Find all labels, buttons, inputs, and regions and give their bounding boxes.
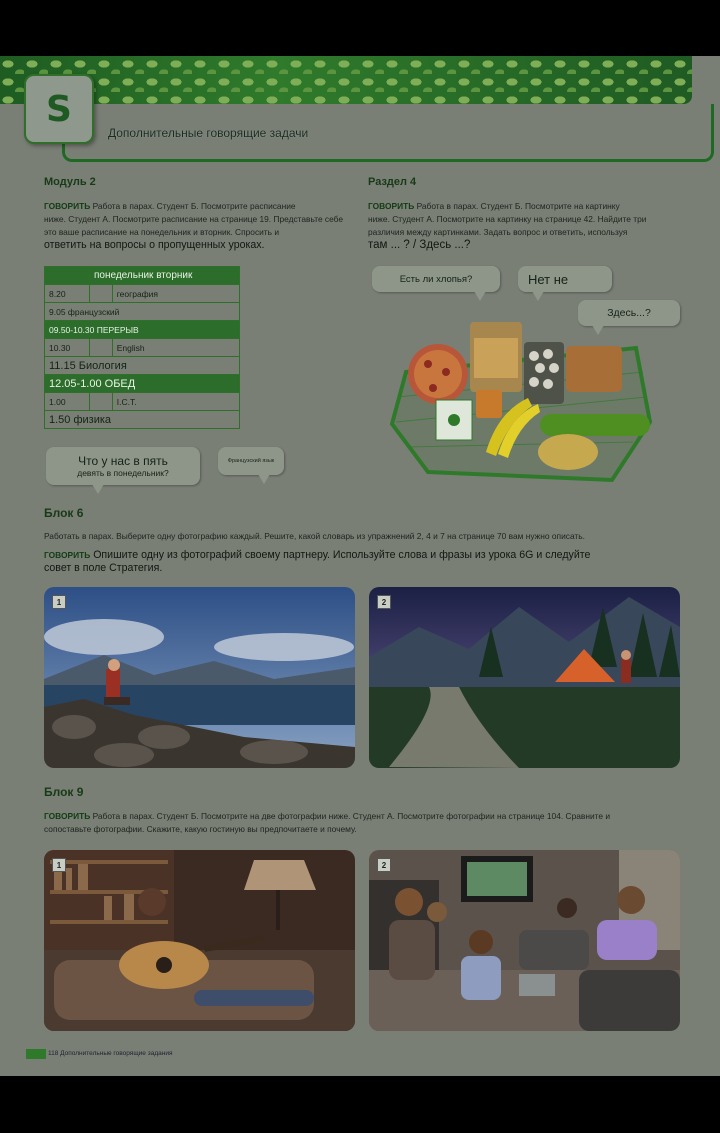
unit4-instruction-line2: ниже. Студент А. Посмотрите на картинку … [368, 214, 647, 224]
unit9-instruction-line1: Работа в парах. Студент Б. Посмотрите на… [90, 811, 611, 821]
bubble-text: девять в понедельник? [77, 468, 169, 478]
table-cell: 09.50-10.30 ПЕРЕРЫВ [44, 320, 240, 339]
table-cell: 8.20 [44, 284, 90, 303]
unit2-instructions: ГОВОРИТЬ Работа в парах. Студент Б. Посм… [44, 200, 344, 252]
unit9-speak-label: ГОВОРИТЬ [44, 811, 91, 821]
photo-number: 1 [52, 858, 66, 872]
table-row: 9.05 французский [44, 302, 240, 321]
unit6-instruction-line1: Работать в парах. Выберите одну фотограф… [44, 531, 585, 541]
unit4-instructions: ГОВОРИТЬ Работа в парах. Студент Б. Посм… [368, 200, 688, 252]
unit4-speech-bubble-answer: Нет не [518, 266, 612, 301]
unit4-instruction-line1: Работа в парах. Студент Б. Посмотрите на… [414, 201, 620, 211]
unit2-instruction-line3: это ваше расписание на понедельник и вто… [44, 227, 280, 237]
table-cell: English [111, 338, 241, 357]
table-cell [89, 338, 113, 357]
photo-number: 2 [377, 595, 391, 609]
unit2-heading: Модуль 2 [44, 176, 96, 188]
unit2-instruction-line4: ответить на вопросы о пропущенных уроках… [44, 239, 265, 251]
photo-number: 2 [377, 858, 391, 872]
unit6-heading: Блок 6 [44, 506, 84, 520]
section-letter-badge: S [24, 74, 94, 144]
unit4-speech-bubble-question: Есть ли хлопья? [372, 266, 500, 301]
table-cell: 9.05 французский [44, 302, 240, 321]
table-row: 8.20 география [44, 284, 241, 303]
unit9-instruction-line2: сопоставьте фотографии. Скажите, какую г… [44, 824, 357, 834]
footer-text: 118 Дополнительные говорящие задания [48, 1050, 173, 1057]
section-letter: S [46, 88, 72, 130]
timetable-header: понедельник вторник [89, 266, 240, 285]
table-row: 1.50 физика [44, 410, 240, 429]
unit4-heading: Раздел 4 [368, 176, 417, 188]
page-title: Дополнительные говорящие задачи [108, 126, 309, 140]
footer-page-marker [26, 1049, 46, 1059]
unit9-instructions: ГОВОРИТЬ Работа в парах. Студент Б. Посм… [44, 810, 684, 836]
table-cell: 12.05-1.00 ОБЕД [44, 374, 240, 393]
table-cell [89, 392, 113, 411]
unit6-instruction-line3: совет в поле Стратегия. [44, 562, 163, 574]
table-row: 10.30 English [44, 338, 241, 357]
unit6-speak-label: ГОВОРИТЬ [44, 550, 91, 560]
unit4-instruction-line3: различия между картинками. Задать вопрос… [368, 227, 628, 237]
unit6-instructions: Работать в парах. Выберите одну фотограф… [44, 530, 684, 575]
table-cell: 1.50 физика [44, 410, 240, 429]
table-cell: I.C.T. [111, 392, 241, 411]
table-cell: 10.30 [44, 338, 90, 357]
unit9-heading: Блок 9 [44, 785, 84, 799]
table-row: 09.50-10.30 ПЕРЕРЫВ [44, 320, 240, 339]
photo-family-living-room: 2 [369, 850, 680, 1031]
unit4-instruction-line4: там ... ? / Здесь ...? [368, 239, 471, 251]
photo-guitar-living-room: 1 [44, 850, 355, 1031]
photo-lake-hiker: 1 [44, 587, 355, 768]
photo-number: 1 [52, 595, 66, 609]
unit2-speech-bubble-question: Что у нас в пять девять в понедельник? [46, 447, 200, 494]
unit2-instruction-line1: Работа в парах. Студент Б. Посмотрите ра… [90, 201, 296, 211]
timetable-header-row: понедельник вторник [44, 266, 240, 285]
page: S Дополнительные говорящие задачи Модуль… [0, 56, 720, 1076]
table-row: 12.05-1.00 ОБЕД [44, 374, 240, 393]
table-cell: география [111, 284, 241, 303]
unit2-speak-label: ГОВОРИТЬ [44, 201, 91, 211]
table-cell: 1.00 [44, 392, 90, 411]
table-row: 1.00 I.C.T. [44, 392, 241, 411]
unit2-instruction-line2: ниже. Студент А. Посмотрите расписание н… [44, 214, 344, 224]
table-cell [89, 284, 113, 303]
unit2-speech-bubble-answer: Французский язык [218, 447, 284, 484]
photo-camping-tent: 2 [369, 587, 680, 768]
unit6-instruction-line2: Опишите одну из фотографий своему партне… [90, 549, 591, 561]
table-row: 11.15 Биология [44, 356, 240, 375]
shopping-basket-illustration [389, 322, 653, 483]
unit4-speak-label: ГОВОРИТЬ [368, 201, 415, 211]
timetable: понедельник вторник 8.20 география 9.05 … [44, 266, 241, 429]
timetable-header-blank [44, 266, 90, 285]
bubble-text: Что у нас в пять [78, 454, 168, 468]
table-cell: 11.15 Биология [44, 356, 240, 375]
header-banner [0, 56, 692, 104]
